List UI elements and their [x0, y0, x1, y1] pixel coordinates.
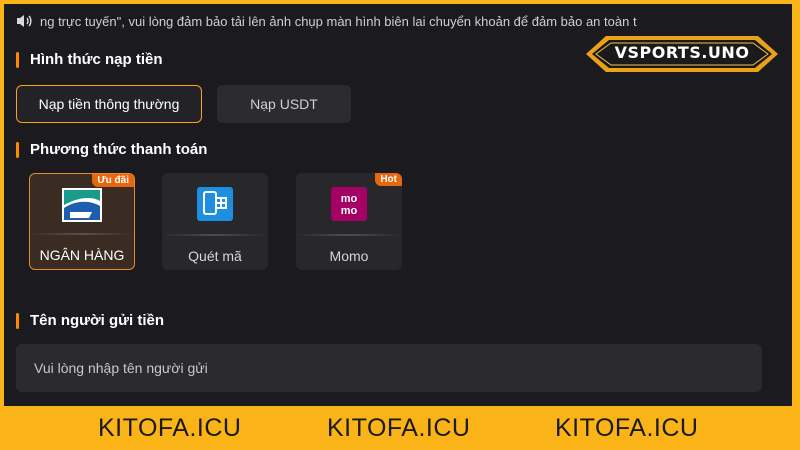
tab-usdt-deposit[interactable]: Nạp USDT	[217, 85, 351, 123]
card-divider	[30, 233, 134, 235]
bank-icon	[62, 188, 102, 227]
promo-badge: Ưu đãi	[92, 174, 134, 187]
payment-method-momo-label: Momo	[329, 248, 369, 264]
sender-name-field-wrap	[16, 344, 762, 392]
payment-method-heading: Phương thức thanh toán	[16, 141, 207, 158]
payment-method-momo[interactable]: Hot mo mo Momo	[296, 173, 402, 270]
payment-method-qr-label: Quét mã	[188, 248, 242, 264]
sender-name-title: Tên người gửi tiền	[30, 312, 165, 329]
hot-badge: Hot	[375, 173, 402, 186]
heading-accent-bar	[16, 141, 19, 158]
payment-method-bank-label: NGÂN HÀNG	[39, 247, 125, 263]
watermark-text: KITOFA.ICU	[555, 414, 699, 442]
payment-method-bank[interactable]: Ưu đãi NGÂN HÀNG	[29, 173, 135, 270]
tab-usdt-deposit-label: Nạp USDT	[250, 96, 318, 112]
svg-text:mo: mo	[341, 205, 358, 217]
watermark-text: KITOFA.ICU	[98, 414, 242, 442]
vsports-logo: VSPORTS.UNO	[582, 30, 782, 78]
watermark-band: KITOFA.ICU KITOFA.ICU KITOFA.ICU	[0, 406, 800, 450]
deposit-form-title: Hình thức nạp tiền	[30, 51, 163, 68]
payment-method-title: Phương thức thanh toán	[30, 141, 208, 158]
heading-accent-bar	[16, 312, 19, 329]
svg-text:mo: mo	[341, 193, 358, 205]
card-divider	[296, 234, 402, 236]
deposit-panel: ng trực tuyến", vui lòng đảm bảo tải lên…	[4, 4, 792, 406]
watermark-text: KITOFA.ICU	[327, 414, 471, 442]
tab-normal-deposit-label: Nạp tiền thông thường	[38, 96, 180, 112]
notice-text: ng trực tuyến", vui lòng đảm bảo tải lên…	[40, 13, 637, 29]
payment-method-qr[interactable]: Quét mã	[162, 173, 268, 270]
speaker-icon	[17, 15, 32, 27]
momo-icon: mo mo	[331, 187, 367, 226]
card-divider	[162, 234, 268, 236]
sender-name-heading: Tên người gửi tiền	[16, 312, 164, 329]
deposit-form-heading: Hình thức nạp tiền	[16, 51, 163, 68]
heading-accent-bar	[16, 51, 19, 68]
qr-scan-icon	[197, 187, 233, 226]
tab-normal-deposit[interactable]: Nạp tiền thông thường	[16, 85, 202, 123]
vsports-logo-text: VSPORTS.UNO	[614, 43, 750, 62]
sender-name-input[interactable]	[32, 359, 736, 377]
